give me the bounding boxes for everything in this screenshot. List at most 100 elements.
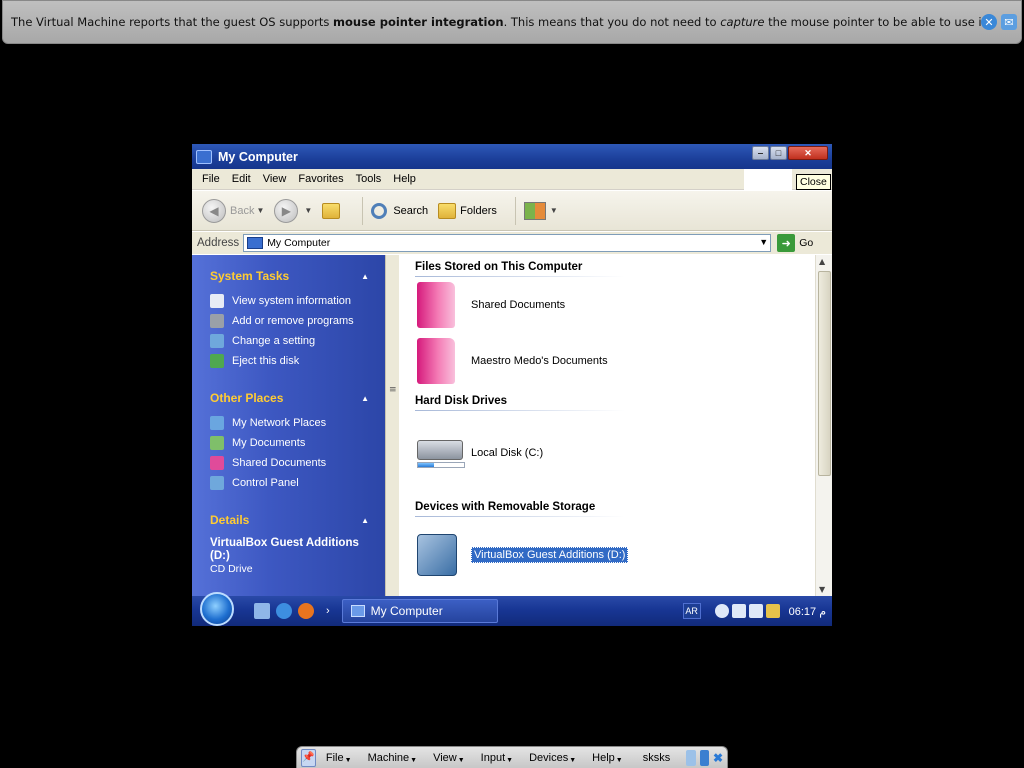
system-info-icon <box>210 294 224 308</box>
window-controls: ‒ □ ✕ <box>752 146 828 160</box>
disk-usage-bar <box>417 462 465 468</box>
menu-file[interactable]: File <box>196 173 226 185</box>
details-header[interactable]: Details ▲ <box>202 511 375 529</box>
quick-launch-more-icon[interactable]: › <box>326 605 330 617</box>
add-remove-programs-icon <box>210 314 224 328</box>
address-dropdown-icon[interactable]: ▼ <box>759 237 768 247</box>
pin-icon[interactable]: 📌 <box>301 748 316 767</box>
folders-button[interactable]: Folders <box>438 202 497 219</box>
system-tray: AR 06:17 م <box>682 596 832 626</box>
task-view-system-information[interactable]: View system information <box>210 291 375 311</box>
chevron-down-icon[interactable]: ▼ <box>304 206 312 215</box>
menu-favorites[interactable]: Favorites <box>292 173 349 185</box>
exit-fullscreen-icon[interactable] <box>699 749 709 766</box>
minimize-button[interactable]: ‒ <box>752 146 769 160</box>
folder-up-icon <box>322 202 341 219</box>
vbox-menu-help[interactable]: Help ▼ <box>592 752 623 764</box>
menu-help[interactable]: Help <box>387 173 422 185</box>
eject-icon <box>210 354 224 368</box>
internet-explorer-icon[interactable] <box>276 603 292 619</box>
menu-edit[interactable]: Edit <box>226 173 257 185</box>
notification-text: The Virtual Machine reports that the gue… <box>11 15 981 29</box>
vbox-menu-machine[interactable]: Machine ▼ <box>368 752 418 764</box>
place-shared-documents[interactable]: Shared Documents <box>210 453 375 473</box>
network-icon[interactable] <box>748 604 763 618</box>
place-my-documents[interactable]: My Documents <box>210 433 375 453</box>
vm-screen[interactable]: My Computer ‒ □ ✕ File Edit View Favorit… <box>192 144 832 626</box>
up-button[interactable] <box>322 202 344 219</box>
menubar-blank <box>744 169 792 190</box>
close-notification-icon[interactable]: ✕ <box>981 14 997 30</box>
collapse-chevron-icon[interactable]: ▲ <box>361 516 369 525</box>
scroll-down-icon[interactable]: ▼ <box>819 585 825 594</box>
start-button[interactable] <box>200 592 234 626</box>
shared-documents-icon <box>210 456 224 470</box>
window-titlebar[interactable]: My Computer ‒ □ ✕ <box>192 144 832 169</box>
item-local-disk[interactable]: Local Disk (C:) <box>399 411 815 495</box>
vbox-menu-input[interactable]: Input ▼ <box>481 752 513 764</box>
notification-text-mid: . This means that you do not need to <box>503 15 721 29</box>
safely-remove-hardware-icon[interactable] <box>765 604 780 618</box>
menu-tools[interactable]: Tools <box>350 173 388 185</box>
chevron-down-icon[interactable]: ▼ <box>256 206 264 215</box>
menu-view[interactable]: View <box>257 173 293 185</box>
disk-usage-fill <box>418 463 435 467</box>
other-places-panel: Other Places ▲ My Network Places My Docu… <box>202 389 375 499</box>
standard-toolbar: ◀ Back ▼ ▶ ▼ Search Folders ▼ <box>192 191 832 231</box>
views-button[interactable]: ▼ <box>523 201 558 220</box>
quick-launch: › <box>254 603 330 619</box>
item-guest-additions-cd[interactable]: VirtualBox Guest Additions (D:) <box>399 517 815 593</box>
task-change-setting[interactable]: Change a setting <box>210 331 375 351</box>
close-vm-icon[interactable]: ✖ <box>713 750 723 766</box>
language-indicator[interactable]: AR <box>682 603 701 619</box>
place-control-panel[interactable]: Control Panel <box>210 473 375 493</box>
task-pane: System Tasks ▲ View system information A… <box>192 255 385 596</box>
group-files-stored: Files Stored on This Computer <box>415 261 583 273</box>
vertical-scrollbar[interactable]: ▲ ▼ <box>815 255 832 596</box>
folders-icon <box>438 202 457 219</box>
search-icon <box>371 202 388 219</box>
item-label: Maestro Medo's Documents <box>471 355 608 367</box>
pane-splitter[interactable]: ≡ <box>385 255 399 596</box>
item-shared-documents[interactable]: Shared Documents <box>399 277 815 333</box>
vbox-menu-devices[interactable]: Devices ▼ <box>529 752 576 764</box>
other-places-header[interactable]: Other Places ▲ <box>202 389 375 407</box>
dropdown-icon: ▼ <box>569 756 577 764</box>
maximize-button[interactable]: □ <box>770 146 787 160</box>
scroll-thumb[interactable] <box>818 271 831 476</box>
system-tasks-header[interactable]: System Tasks ▲ <box>202 267 375 285</box>
notification-bar: The Virtual Machine reports that the gue… <box>2 0 1022 44</box>
volume-icon[interactable] <box>731 604 746 618</box>
taskbar: › My Computer AR 06:17 م <box>192 592 832 626</box>
collapse-chevron-icon[interactable]: ▲ <box>361 394 369 403</box>
folders-label: Folders <box>460 204 497 217</box>
item-user-documents[interactable]: Maestro Medo's Documents <box>399 333 815 389</box>
system-tasks-title: System Tasks <box>210 269 290 283</box>
notification-text-prefix: The Virtual Machine reports that the gue… <box>11 15 334 29</box>
minimize-window-icon[interactable] <box>686 749 696 766</box>
vbox-menu-label: File <box>325 751 344 764</box>
place-my-network-places[interactable]: My Network Places <box>210 413 375 433</box>
address-input[interactable]: My Computer ▼ <box>243 234 772 252</box>
messenger-icon[interactable] <box>714 604 729 618</box>
do-not-show-again-icon[interactable]: ✉ <box>1001 14 1017 30</box>
go-arrow-icon[interactable]: ➜ <box>777 234 796 252</box>
collapse-chevron-icon[interactable]: ▲ <box>361 272 369 281</box>
firefox-icon[interactable] <box>298 603 314 619</box>
go-button[interactable]: Go <box>799 237 813 249</box>
task-add-remove-programs[interactable]: Add or remove programs <box>210 311 375 331</box>
show-desktop-icon[interactable] <box>254 603 270 619</box>
splitter-grip-icon[interactable]: ≡ <box>389 385 397 395</box>
close-button[interactable]: ✕ <box>788 146 828 160</box>
task-eject-disk[interactable]: Eject this disk <box>210 351 375 371</box>
hard-disk-icon <box>417 432 465 474</box>
search-button[interactable]: Search <box>371 202 428 219</box>
vbox-menu-file[interactable]: File ▼ <box>326 752 352 764</box>
clock[interactable]: 06:17 م <box>789 605 826 618</box>
taskbar-button-my-computer[interactable]: My Computer <box>341 599 498 623</box>
back-button[interactable]: ◀ Back ▼ <box>202 198 264 223</box>
scroll-up-icon[interactable]: ▲ <box>819 257 825 266</box>
vbox-menu-view[interactable]: View ▼ <box>433 752 465 764</box>
vbox-menu-label: View <box>433 751 457 764</box>
forward-button[interactable]: ▶ ▼ <box>274 198 312 223</box>
